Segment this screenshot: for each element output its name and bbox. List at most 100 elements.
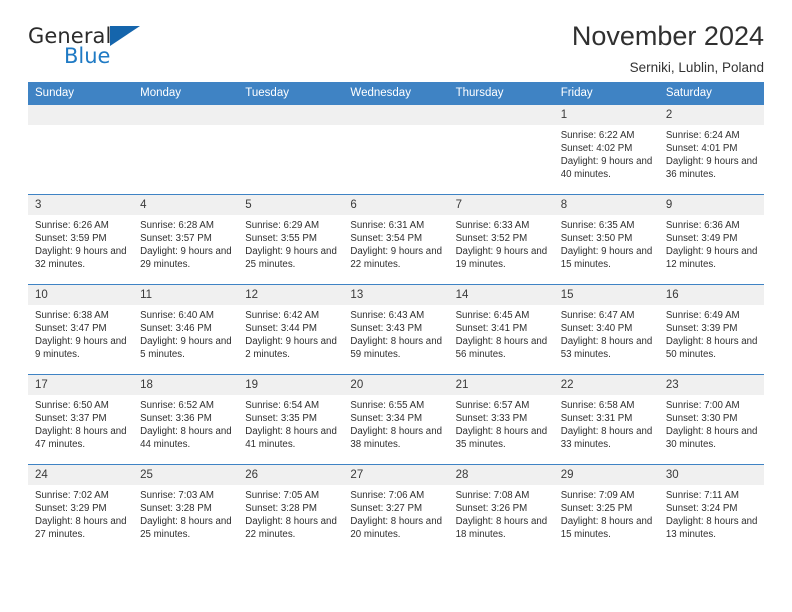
- day-details: Sunrise: 6:33 AM Sunset: 3:52 PM Daylight:…: [449, 215, 554, 271]
- calendar-day-cell[interactable]: 5 Sunrise: 6:29 AM Sunset: 3:55 PM Daylight…: [238, 194, 344, 285]
- sunset-text: Sunset: 4:02 PM: [560, 143, 633, 155]
- day-number: 12: [238, 285, 344, 305]
- day-number: 11: [133, 285, 239, 305]
- day-details: Sunrise: 6:24 AM Sunset: 4:01 PM Daylight:…: [659, 125, 764, 181]
- sunrise-text: Sunrise: 6:52 AM: [140, 400, 214, 411]
- calendar-day-cell[interactable]: 13 Sunrise: 6:43 AM Sunset: 3:43 PM Dayligh…: [343, 284, 449, 375]
- calendar-day-cell[interactable]: 22 Sunrise: 6:58 AM Sunset: 3:31 PM Dayligh…: [553, 374, 659, 465]
- day-number: [448, 105, 554, 125]
- daylight-text: Daylight: 8 hours and 59 minutes.: [350, 336, 442, 361]
- day-details: Sunrise: 6:58 AM Sunset: 3:31 PM Daylight:…: [554, 395, 659, 451]
- calendar-day-cell[interactable]: 14 Sunrise: 6:45 AM Sunset: 3:41 PM Dayligh…: [448, 284, 554, 375]
- day-cell-inner: [28, 105, 134, 194]
- day-number: 1: [553, 105, 659, 125]
- daylight-text: Daylight: 9 hours and 5 minutes.: [140, 336, 232, 361]
- sunset-text: Sunset: 3:28 PM: [245, 503, 317, 515]
- sunset-text: Sunset: 3:40 PM: [560, 323, 633, 335]
- calendar-day-cell[interactable]: 11 Sunrise: 6:40 AM Sunset: 3:46 PM Dayligh…: [133, 284, 239, 375]
- day-cell-inner: 4 Sunrise: 6:28 AM Sunset: 3:57 PM Daylight…: [133, 195, 239, 284]
- calendar-day-cell[interactable]: 4 Sunrise: 6:28 AM Sunset: 3:57 PM Daylight…: [133, 194, 239, 285]
- sunrise-text: Sunrise: 6:35 AM: [560, 220, 635, 231]
- calendar-day-cell[interactable]: 20 Sunrise: 6:55 AM Sunset: 3:34 PM Dayligh…: [343, 374, 449, 465]
- day-number: 19: [238, 375, 344, 395]
- daylight-text: Daylight: 8 hours and 47 minutes.: [35, 426, 127, 451]
- day-number: 25: [133, 465, 239, 485]
- calendar-day-cell-empty: [28, 104, 134, 195]
- day-number: 4: [133, 195, 239, 215]
- day-number: 26: [238, 465, 344, 485]
- calendar-day-cell[interactable]: 30 Sunrise: 7:11 AM Sunset: 3:24 PM Dayligh…: [658, 464, 764, 554]
- calendar-day-cell[interactable]: 28 Sunrise: 7:08 AM Sunset: 3:26 PM Dayligh…: [448, 464, 554, 554]
- day-cell-inner: 26 Sunrise: 7:05 AM Sunset: 3:28 PM Dayligh…: [238, 465, 344, 554]
- sunset-text: Sunset: 3:33 PM: [455, 413, 528, 425]
- calendar-day-cell[interactable]: 19 Sunrise: 6:54 AM Sunset: 3:35 PM Dayligh…: [238, 374, 344, 465]
- calendar-day-cell[interactable]: 7 Sunrise: 6:33 AM Sunset: 3:52 PM Daylight…: [448, 194, 554, 285]
- daylight-text: Daylight: 9 hours and 12 minutes.: [665, 246, 758, 271]
- calendar-day-cell-empty: [448, 104, 554, 195]
- sunrise-text: Sunrise: 6:40 AM: [140, 310, 214, 321]
- daylight-text: Daylight: 8 hours and 50 minutes.: [665, 336, 758, 361]
- calendar-day-cell[interactable]: 26 Sunrise: 7:05 AM Sunset: 3:28 PM Dayligh…: [238, 464, 344, 554]
- daylight-text: Daylight: 8 hours and 27 minutes.: [35, 516, 127, 541]
- day-cell-inner: 23 Sunrise: 7:00 AM Sunset: 3:30 PM Dayligh…: [658, 375, 764, 464]
- day-details: Sunrise: 7:11 AM Sunset: 3:24 PM Daylight:…: [659, 485, 764, 541]
- day-details: Sunrise: 6:22 AM Sunset: 4:02 PM Daylight:…: [554, 125, 659, 181]
- calendar-day-cell[interactable]: 21 Sunrise: 6:57 AM Sunset: 3:33 PM Dayligh…: [448, 374, 554, 465]
- generalblue-logo[interactable]: General Blue: [28, 24, 178, 72]
- calendar-day-cell[interactable]: 18 Sunrise: 6:52 AM Sunset: 3:36 PM Dayligh…: [133, 374, 239, 465]
- calendar-day-cell[interactable]: 27 Sunrise: 7:06 AM Sunset: 3:27 PM Dayligh…: [343, 464, 449, 554]
- day-number: 22: [553, 375, 659, 395]
- weekday-header-saturday: Saturday: [658, 82, 764, 105]
- daylight-text: Daylight: 8 hours and 15 minutes.: [560, 516, 653, 541]
- sunset-text: Sunset: 3:34 PM: [350, 413, 423, 425]
- sunrise-text: Sunrise: 6:50 AM: [35, 400, 109, 411]
- day-details: Sunrise: 7:06 AM Sunset: 3:27 PM Daylight:…: [343, 485, 448, 541]
- calendar-day-cell[interactable]: 24 Sunrise: 7:02 AM Sunset: 3:29 PM Dayligh…: [28, 464, 134, 554]
- day-cell-inner: 29 Sunrise: 7:09 AM Sunset: 3:25 PM Dayligh…: [553, 465, 659, 554]
- day-details: Sunrise: 6:40 AM Sunset: 3:46 PM Daylight:…: [133, 305, 238, 361]
- calendar-day-cell[interactable]: 15 Sunrise: 6:47 AM Sunset: 3:40 PM Dayligh…: [553, 284, 659, 375]
- calendar-day-cell[interactable]: 25 Sunrise: 7:03 AM Sunset: 3:28 PM Dayligh…: [133, 464, 239, 554]
- daylight-text: Daylight: 8 hours and 35 minutes.: [455, 426, 548, 451]
- calendar-day-cell[interactable]: 12 Sunrise: 6:42 AM Sunset: 3:44 PM Dayligh…: [238, 284, 344, 375]
- calendar-day-cell[interactable]: 8 Sunrise: 6:35 AM Sunset: 3:50 PM Daylight…: [553, 194, 659, 285]
- calendar-day-cell[interactable]: 3 Sunrise: 6:26 AM Sunset: 3:59 PM Daylight…: [28, 194, 134, 285]
- day-details: Sunrise: 6:29 AM Sunset: 3:55 PM Daylight:…: [238, 215, 343, 271]
- calendar-day-cell[interactable]: 1 Sunrise: 6:22 AM Sunset: 4:02 PM Daylight…: [553, 104, 659, 195]
- day-number: 14: [448, 285, 554, 305]
- calendar-day-cell[interactable]: 6 Sunrise: 6:31 AM Sunset: 3:54 PM Daylight…: [343, 194, 449, 285]
- daylight-text: Daylight: 8 hours and 44 minutes.: [140, 426, 232, 451]
- sunset-text: Sunset: 3:59 PM: [35, 233, 107, 245]
- day-cell-inner: [238, 105, 344, 194]
- calendar-day-cell[interactable]: 16 Sunrise: 6:49 AM Sunset: 3:39 PM Dayligh…: [658, 284, 764, 375]
- day-number: [238, 105, 344, 125]
- daylight-text: Daylight: 8 hours and 25 minutes.: [140, 516, 232, 541]
- daylight-text: Daylight: 9 hours and 25 minutes.: [245, 246, 337, 271]
- daylight-text: Daylight: 8 hours and 30 minutes.: [665, 426, 758, 451]
- daylight-text: Daylight: 9 hours and 36 minutes.: [665, 156, 758, 181]
- day-details: Sunrise: 6:28 AM Sunset: 3:57 PM Daylight:…: [133, 215, 238, 271]
- day-number: [28, 105, 134, 125]
- sunset-text: Sunset: 3:54 PM: [350, 233, 423, 245]
- sunrise-text: Sunrise: 7:00 AM: [665, 400, 740, 411]
- sunrise-text: Sunrise: 6:36 AM: [665, 220, 740, 231]
- calendar-week-row: 17 Sunrise: 6:50 AM Sunset: 3:37 PM Dayligh…: [28, 374, 764, 465]
- sunset-text: Sunset: 3:31 PM: [560, 413, 633, 425]
- calendar-day-cell[interactable]: 2 Sunrise: 6:24 AM Sunset: 4:01 PM Daylight…: [658, 104, 764, 195]
- calendar-day-cell[interactable]: 9 Sunrise: 6:36 AM Sunset: 3:49 PM Daylight…: [658, 194, 764, 285]
- calendar-day-cell[interactable]: 29 Sunrise: 7:09 AM Sunset: 3:25 PM Dayligh…: [553, 464, 659, 554]
- calendar-day-cell[interactable]: 23 Sunrise: 7:00 AM Sunset: 3:30 PM Dayligh…: [658, 374, 764, 465]
- day-cell-inner: 18 Sunrise: 6:52 AM Sunset: 3:36 PM Dayligh…: [133, 375, 239, 464]
- sunset-text: Sunset: 3:36 PM: [140, 413, 212, 425]
- day-number: 27: [343, 465, 449, 485]
- daylight-text: Daylight: 8 hours and 13 minutes.: [665, 516, 758, 541]
- sunset-text: Sunset: 3:24 PM: [665, 503, 738, 515]
- sunrise-text: Sunrise: 6:43 AM: [350, 310, 425, 321]
- calendar-day-cell[interactable]: 10 Sunrise: 6:38 AM Sunset: 3:47 PM Dayligh…: [28, 284, 134, 375]
- day-number: 10: [28, 285, 134, 305]
- calendar-day-cell[interactable]: 17 Sunrise: 6:50 AM Sunset: 3:37 PM Dayligh…: [28, 374, 134, 465]
- title-block: November 2024 Serniki, Lublin, Poland: [572, 21, 764, 75]
- day-cell-inner: 19 Sunrise: 6:54 AM Sunset: 3:35 PM Dayligh…: [238, 375, 344, 464]
- location-subtitle: Serniki, Lublin, Poland: [629, 59, 764, 75]
- sunset-text: Sunset: 3:37 PM: [35, 413, 107, 425]
